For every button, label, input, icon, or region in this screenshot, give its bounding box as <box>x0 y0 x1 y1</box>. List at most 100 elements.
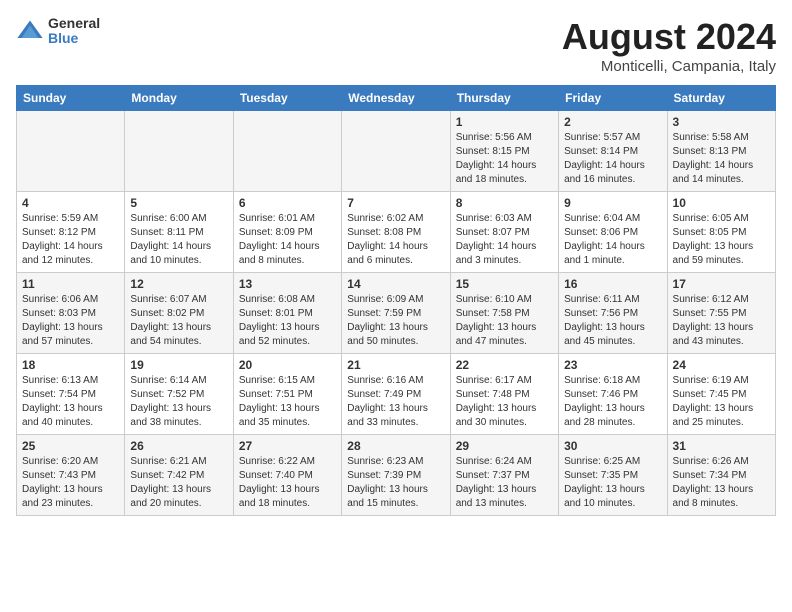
day-info: Sunrise: 6:09 AMSunset: 7:59 PMDaylight:… <box>347 293 444 349</box>
day-number: 16 <box>564 277 661 291</box>
day-info: Sunrise: 6:03 AMSunset: 8:07 PMDaylight:… <box>456 212 553 268</box>
calendar-week-0: 1Sunrise: 5:56 AMSunset: 8:15 PMDaylight… <box>17 111 776 192</box>
day-info: Sunrise: 6:21 AMSunset: 7:42 PMDaylight:… <box>130 455 227 511</box>
calendar-cell: 21Sunrise: 6:16 AMSunset: 7:49 PMDayligh… <box>342 354 450 435</box>
day-number: 7 <box>347 196 444 210</box>
calendar-cell: 19Sunrise: 6:14 AMSunset: 7:52 PMDayligh… <box>125 354 233 435</box>
day-info: Sunrise: 6:15 AMSunset: 7:51 PMDaylight:… <box>239 374 336 430</box>
day-info: Sunrise: 6:26 AMSunset: 7:34 PMDaylight:… <box>673 455 770 511</box>
main-title: August 2024 <box>562 16 776 58</box>
day-number: 13 <box>239 277 336 291</box>
calendar-cell: 22Sunrise: 6:17 AMSunset: 7:48 PMDayligh… <box>450 354 558 435</box>
calendar-cell: 1Sunrise: 5:56 AMSunset: 8:15 PMDaylight… <box>450 111 558 192</box>
logo-text: General Blue <box>48 16 100 47</box>
header-day-saturday: Saturday <box>667 86 775 111</box>
logo: General Blue <box>16 16 100 47</box>
day-info: Sunrise: 5:58 AMSunset: 8:13 PMDaylight:… <box>673 131 770 187</box>
day-number: 11 <box>22 277 119 291</box>
calendar-cell: 5 Sunrise: 6:00 AMSunset: 8:11 PMDaylight… <box>125 192 233 273</box>
calendar-cell: 31 Sunrise: 6:26 AMSunset: 7:34 PMDayligh… <box>667 435 775 516</box>
calendar-cell: 18 Sunrise: 6:13 AMSunset: 7:54 PMDayligh… <box>17 354 125 435</box>
day-info: Sunrise: 6:04 AMSunset: 8:06 PMDaylight:… <box>564 212 661 268</box>
title-area: August 2024 Monticelli, Campania, Italy <box>562 16 776 75</box>
day-number: 9 <box>564 196 661 210</box>
calendar-cell: 8 Sunrise: 6:03 AMSunset: 8:07 PMDaylight… <box>450 192 558 273</box>
day-number: 2 <box>564 115 661 129</box>
day-number: 5 <box>130 196 227 210</box>
calendar-cell: 24Sunrise: 6:19 AMSunset: 7:45 PMDayligh… <box>667 354 775 435</box>
day-info: Sunrise: 6:07 AMSunset: 8:02 PMDaylight:… <box>130 293 227 349</box>
calendar-cell: 20 Sunrise: 6:15 AMSunset: 7:51 PMDayligh… <box>233 354 341 435</box>
header-day-friday: Friday <box>559 86 667 111</box>
calendar-cell: 15 Sunrise: 6:10 AMSunset: 7:58 PMDayligh… <box>450 273 558 354</box>
day-number: 29 <box>456 439 553 453</box>
day-number: 18 <box>22 358 119 372</box>
calendar-week-3: 18 Sunrise: 6:13 AMSunset: 7:54 PMDayligh… <box>17 354 776 435</box>
day-info: Sunrise: 6:14 AMSunset: 7:52 PMDaylight:… <box>130 374 227 430</box>
logo-icon <box>16 17 44 45</box>
day-info: Sunrise: 5:59 AMSunset: 8:12 PMDaylight:… <box>22 212 119 268</box>
day-number: 26 <box>130 439 227 453</box>
calendar-cell: 23Sunrise: 6:18 AMSunset: 7:46 PMDayligh… <box>559 354 667 435</box>
day-info: Sunrise: 6:05 AMSunset: 8:05 PMDaylight:… <box>673 212 770 268</box>
day-number: 10 <box>673 196 770 210</box>
header-row: SundayMondayTuesdayWednesdayThursdayFrid… <box>17 86 776 111</box>
day-info: Sunrise: 6:22 AMSunset: 7:40 PMDaylight:… <box>239 455 336 511</box>
day-info: Sunrise: 6:23 AMSunset: 7:39 PMDaylight:… <box>347 455 444 511</box>
calendar-cell <box>342 111 450 192</box>
day-number: 8 <box>456 196 553 210</box>
calendar-cell: 16 Sunrise: 6:11 AMSunset: 7:56 PMDayligh… <box>559 273 667 354</box>
calendar-cell: 13 Sunrise: 6:08 AMSunset: 8:01 PMDayligh… <box>233 273 341 354</box>
calendar-cell <box>233 111 341 192</box>
day-number: 27 <box>239 439 336 453</box>
day-number: 17 <box>673 277 770 291</box>
day-info: Sunrise: 6:24 AMSunset: 7:37 PMDaylight:… <box>456 455 553 511</box>
header-day-monday: Monday <box>125 86 233 111</box>
header: General Blue August 2024 Monticelli, Cam… <box>16 16 776 75</box>
logo-general-text: General <box>48 16 100 31</box>
calendar-week-2: 11 Sunrise: 6:06 AMSunset: 8:03 PMDayligh… <box>17 273 776 354</box>
subtitle: Monticelli, Campania, Italy <box>562 58 776 75</box>
calendar-week-1: 4 Sunrise: 5:59 AMSunset: 8:12 PMDaylight… <box>17 192 776 273</box>
day-number: 24 <box>673 358 770 372</box>
day-number: 30 <box>564 439 661 453</box>
day-info: Sunrise: 6:01 AMSunset: 8:09 PMDaylight:… <box>239 212 336 268</box>
calendar-cell: 9 Sunrise: 6:04 AMSunset: 8:06 PMDaylight… <box>559 192 667 273</box>
calendar-cell: 14 Sunrise: 6:09 AMSunset: 7:59 PMDayligh… <box>342 273 450 354</box>
calendar-cell: 27 Sunrise: 6:22 AMSunset: 7:40 PMDayligh… <box>233 435 341 516</box>
header-day-thursday: Thursday <box>450 86 558 111</box>
calendar-body: 1Sunrise: 5:56 AMSunset: 8:15 PMDaylight… <box>17 111 776 516</box>
day-number: 15 <box>456 277 553 291</box>
day-number: 4 <box>22 196 119 210</box>
day-info: Sunrise: 6:00 AMSunset: 8:11 PMDaylight:… <box>130 212 227 268</box>
day-info: Sunrise: 6:11 AMSunset: 7:56 PMDaylight:… <box>564 293 661 349</box>
day-number: 14 <box>347 277 444 291</box>
calendar: SundayMondayTuesdayWednesdayThursdayFrid… <box>16 85 776 516</box>
day-number: 20 <box>239 358 336 372</box>
calendar-cell: 25Sunrise: 6:20 AMSunset: 7:43 PMDayligh… <box>17 435 125 516</box>
day-info: Sunrise: 6:25 AMSunset: 7:35 PMDaylight:… <box>564 455 661 511</box>
day-info: Sunrise: 6:10 AMSunset: 7:58 PMDaylight:… <box>456 293 553 349</box>
day-info: Sunrise: 6:13 AMSunset: 7:54 PMDaylight:… <box>22 374 119 430</box>
day-info: Sunrise: 5:56 AMSunset: 8:15 PMDaylight:… <box>456 131 553 187</box>
calendar-week-4: 25Sunrise: 6:20 AMSunset: 7:43 PMDayligh… <box>17 435 776 516</box>
day-number: 31 <box>673 439 770 453</box>
day-number: 23 <box>564 358 661 372</box>
calendar-cell: 26 Sunrise: 6:21 AMSunset: 7:42 PMDayligh… <box>125 435 233 516</box>
calendar-cell <box>17 111 125 192</box>
calendar-cell: 29 Sunrise: 6:24 AMSunset: 7:37 PMDayligh… <box>450 435 558 516</box>
header-day-tuesday: Tuesday <box>233 86 341 111</box>
calendar-header: SundayMondayTuesdayWednesdayThursdayFrid… <box>17 86 776 111</box>
day-number: 3 <box>673 115 770 129</box>
day-number: 6 <box>239 196 336 210</box>
day-info: Sunrise: 6:06 AMSunset: 8:03 PMDaylight:… <box>22 293 119 349</box>
day-number: 28 <box>347 439 444 453</box>
calendar-cell: 2 Sunrise: 5:57 AMSunset: 8:14 PMDaylight… <box>559 111 667 192</box>
calendar-cell: 3 Sunrise: 5:58 AMSunset: 8:13 PMDaylight… <box>667 111 775 192</box>
day-info: Sunrise: 6:08 AMSunset: 8:01 PMDaylight:… <box>239 293 336 349</box>
day-info: Sunrise: 6:12 AMSunset: 7:55 PMDaylight:… <box>673 293 770 349</box>
calendar-cell: 4 Sunrise: 5:59 AMSunset: 8:12 PMDaylight… <box>17 192 125 273</box>
calendar-cell: 28 Sunrise: 6:23 AMSunset: 7:39 PMDayligh… <box>342 435 450 516</box>
day-info: Sunrise: 5:57 AMSunset: 8:14 PMDaylight:… <box>564 131 661 187</box>
calendar-cell: 30 Sunrise: 6:25 AMSunset: 7:35 PMDayligh… <box>559 435 667 516</box>
